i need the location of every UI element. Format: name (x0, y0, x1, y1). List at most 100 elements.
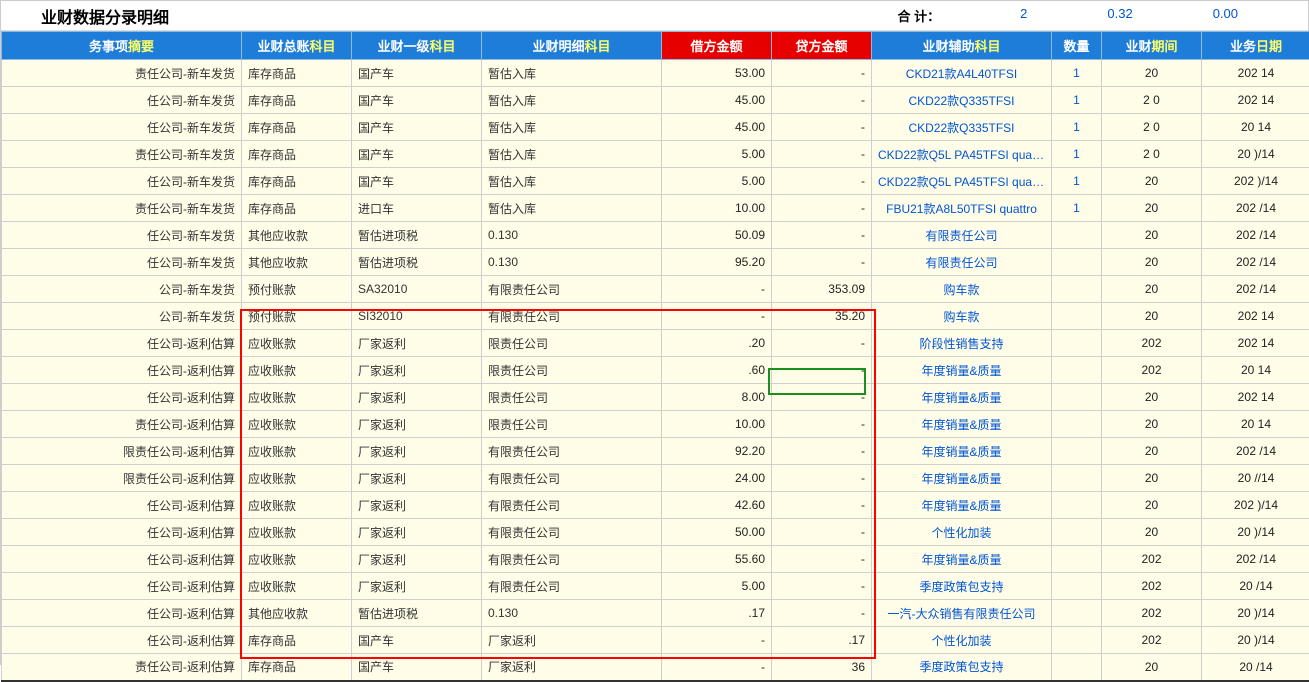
cell-debit[interactable]: - (662, 627, 772, 654)
cell-qty[interactable] (1052, 357, 1102, 384)
cell-qty[interactable] (1052, 222, 1102, 249)
cell-l1[interactable]: 库存商品 (242, 627, 352, 654)
table-row[interactable]: 任公司-返利估算应收账款厂家返利有限责任公司42.60-年度销量&质量20202… (2, 492, 1309, 519)
cell-l1[interactable]: 库存商品 (242, 60, 352, 87)
table-row[interactable]: 责任公司-返利估算库存商品国产车厂家返利-36季度政策包支持2020 /14 (2, 654, 1309, 681)
cell-aux[interactable]: CKD22款Q335TFSI (872, 114, 1052, 141)
data-grid[interactable]: 务事项摘要 业财总账科目 业财一级科目 业财明细科目 借方金额 贷方金额 业财辅… (1, 31, 1309, 682)
cell-aux[interactable]: 个性化加装 (872, 519, 1052, 546)
table-row[interactable]: 任公司-新车发货其他应收款暂估进项税0.13095.20-有限责任公司20202… (2, 249, 1309, 276)
cell-debit[interactable]: 5.00 (662, 141, 772, 168)
table-row[interactable]: 任公司-返利估算应收账款厂家返利有限责任公司50.00-个性化加装2020 )/… (2, 519, 1309, 546)
cell-date[interactable]: 202 /14 (1202, 249, 1309, 276)
col-aux[interactable]: 业财辅助科目 (872, 32, 1052, 60)
cell-summary[interactable]: 责任公司-新车发货 (2, 195, 242, 222)
cell-debit[interactable]: 10.00 (662, 195, 772, 222)
cell-date[interactable]: 202 14 (1202, 87, 1309, 114)
cell-period[interactable]: 202 (1102, 330, 1202, 357)
cell-l2[interactable]: 厂家返利 (352, 330, 482, 357)
cell-debit[interactable]: .60 (662, 357, 772, 384)
col-qty[interactable]: 数量 (1052, 32, 1102, 60)
cell-l3[interactable]: 暂估入库 (482, 195, 662, 222)
col-credit[interactable]: 贷方金额 (772, 32, 872, 60)
cell-credit[interactable]: - (772, 600, 872, 627)
cell-date[interactable]: 202 )/14 (1202, 492, 1309, 519)
cell-l2[interactable]: 进口车 (352, 195, 482, 222)
table-row[interactable]: 限责任公司-返利估算应收账款厂家返利有限责任公司24.00-年度销量&质量202… (2, 465, 1309, 492)
cell-credit[interactable]: - (772, 60, 872, 87)
cell-summary[interactable]: 责任公司-返利估算 (2, 411, 242, 438)
cell-period[interactable]: 202 (1102, 600, 1202, 627)
cell-l2[interactable]: 国产车 (352, 654, 482, 681)
cell-l2[interactable]: 厂家返利 (352, 411, 482, 438)
cell-l3[interactable]: 0.130 (482, 222, 662, 249)
cell-debit[interactable]: 10.00 (662, 411, 772, 438)
cell-l3[interactable]: 0.130 (482, 600, 662, 627)
table-row[interactable]: 任公司-新车发货库存商品国产车暂估入库45.00-CKD22款Q335TFSI1… (2, 114, 1309, 141)
cell-date[interactable]: 202 14 (1202, 384, 1309, 411)
col-date[interactable]: 业务日期 (1202, 32, 1309, 60)
cell-l3[interactable]: 厂家返利 (482, 654, 662, 681)
cell-aux[interactable]: 有限责任公司 (872, 249, 1052, 276)
table-row[interactable]: 责任公司-返利估算应收账款厂家返利限责任公司10.00-年度销量&质量2020 … (2, 411, 1309, 438)
cell-date[interactable]: 202 /14 (1202, 222, 1309, 249)
cell-qty[interactable] (1052, 276, 1102, 303)
cell-credit[interactable]: - (772, 546, 872, 573)
cell-l3[interactable]: 0.130 (482, 249, 662, 276)
table-row[interactable]: 任公司-返利估算应收账款厂家返利限责任公司.20-阶段性销售支持202202 1… (2, 330, 1309, 357)
cell-period[interactable]: 20 (1102, 384, 1202, 411)
cell-debit[interactable]: 8.00 (662, 384, 772, 411)
cell-qty[interactable] (1052, 330, 1102, 357)
cell-period[interactable]: 20 (1102, 60, 1202, 87)
cell-debit[interactable]: 5.00 (662, 168, 772, 195)
cell-l1[interactable]: 库存商品 (242, 168, 352, 195)
cell-period[interactable]: 20 (1102, 411, 1202, 438)
col-l2[interactable]: 业财一级科目 (352, 32, 482, 60)
cell-qty[interactable] (1052, 600, 1102, 627)
cell-date[interactable]: 202 14 (1202, 330, 1309, 357)
cell-period[interactable]: 20 (1102, 303, 1202, 330)
cell-credit[interactable]: - (772, 141, 872, 168)
cell-l2[interactable]: SA32010 (352, 276, 482, 303)
cell-summary[interactable]: 任公司-返利估算 (2, 573, 242, 600)
cell-l1[interactable]: 库存商品 (242, 654, 352, 681)
cell-l3[interactable]: 有限责任公司 (482, 519, 662, 546)
cell-date[interactable]: 20 )/14 (1202, 519, 1309, 546)
cell-summary[interactable]: 公司-新车发货 (2, 303, 242, 330)
cell-l3[interactable]: 暂估入库 (482, 114, 662, 141)
cell-summary[interactable]: 任公司-新车发货 (2, 249, 242, 276)
col-summary[interactable]: 务事项摘要 (2, 32, 242, 60)
cell-l1[interactable]: 应收账款 (242, 357, 352, 384)
cell-period[interactable]: 20 (1102, 465, 1202, 492)
cell-summary[interactable]: 任公司-返利估算 (2, 519, 242, 546)
cell-l1[interactable]: 库存商品 (242, 87, 352, 114)
table-row[interactable]: 任公司-新车发货其他应收款暂估进项税0.13050.09-有限责任公司20202… (2, 222, 1309, 249)
cell-debit[interactable]: 50.09 (662, 222, 772, 249)
cell-date[interactable]: 202 /14 (1202, 438, 1309, 465)
cell-aux[interactable]: 购车款 (872, 276, 1052, 303)
table-row[interactable]: 任公司-返利估算库存商品国产车厂家返利-.17个性化加装20220 )/14 (2, 627, 1309, 654)
cell-debit[interactable]: 24.00 (662, 465, 772, 492)
cell-qty[interactable] (1052, 249, 1102, 276)
cell-l2[interactable]: SI32010 (352, 303, 482, 330)
table-row[interactable]: 任公司-新车发货库存商品国产车暂估入库45.00-CKD22款Q335TFSI1… (2, 87, 1309, 114)
cell-period[interactable]: 20 (1102, 222, 1202, 249)
cell-l3[interactable]: 限责任公司 (482, 384, 662, 411)
cell-l2[interactable]: 国产车 (352, 114, 482, 141)
cell-summary[interactable]: 责任公司-新车发货 (2, 60, 242, 87)
cell-qty[interactable] (1052, 465, 1102, 492)
cell-debit[interactable]: .17 (662, 600, 772, 627)
cell-aux[interactable]: 年度销量&质量 (872, 492, 1052, 519)
cell-summary[interactable]: 任公司-返利估算 (2, 357, 242, 384)
cell-date[interactable]: 20 14 (1202, 357, 1309, 384)
col-debit[interactable]: 借方金额 (662, 32, 772, 60)
cell-date[interactable]: 202 /14 (1202, 195, 1309, 222)
table-row[interactable]: 任公司-返利估算应收账款厂家返利限责任公司8.00-年度销量&质量20202 1… (2, 384, 1309, 411)
cell-date[interactable]: 20 /14 (1202, 573, 1309, 600)
cell-period[interactable]: 2 0 (1102, 141, 1202, 168)
cell-aux[interactable]: FBU21款A8L50TFSI quattro (872, 195, 1052, 222)
cell-l1[interactable]: 应收账款 (242, 411, 352, 438)
cell-summary[interactable]: 任公司-返利估算 (2, 546, 242, 573)
cell-l1[interactable]: 其他应收款 (242, 222, 352, 249)
cell-period[interactable]: 20 (1102, 249, 1202, 276)
